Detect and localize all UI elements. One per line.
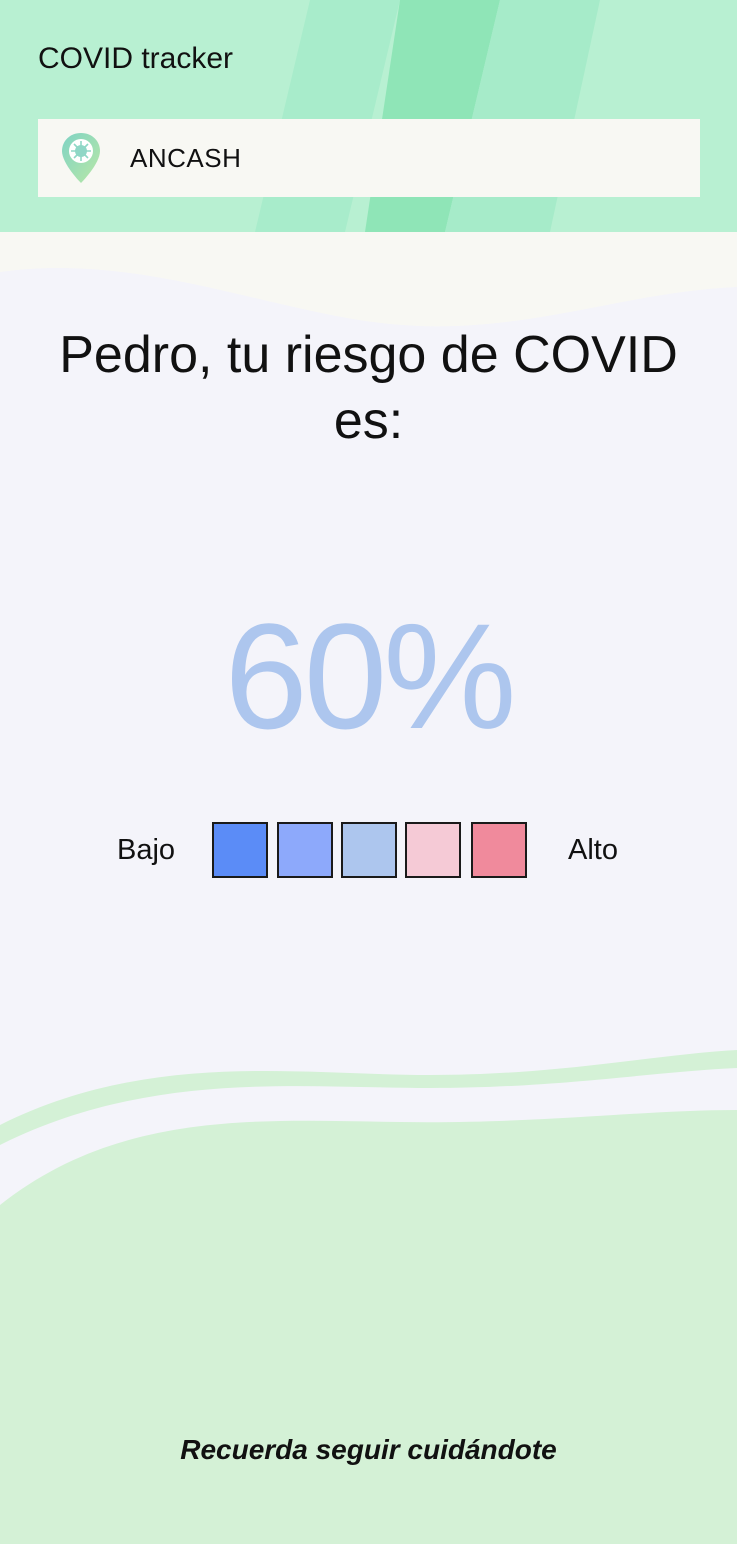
scale-high-label: Alto [568, 834, 618, 866]
location-pin-icon [62, 133, 100, 183]
scale-swatch-5 [471, 822, 527, 878]
location-selector[interactable]: ANCASH [38, 119, 700, 197]
risk-scale: Bajo Alto [0, 822, 737, 878]
header-stripes-decoration [255, 0, 600, 232]
scale-swatch-3 [341, 822, 397, 878]
location-name: ANCASH [130, 143, 242, 173]
scale-swatch-4 [405, 822, 461, 878]
header: COVID tracker ANCASH [0, 0, 737, 232]
scale-swatch-2 [277, 822, 333, 878]
scale-swatch-1 [212, 822, 268, 878]
bottom-wave-decoration [0, 1050, 737, 1544]
header-wave-decoration [0, 232, 737, 327]
footer-message: Recuerda seguir cuidándote [180, 1434, 557, 1465]
scale-low-label: Bajo [117, 834, 176, 866]
app-title: COVID tracker [38, 42, 234, 75]
risk-percentage: 60% [224, 592, 516, 760]
risk-heading: Pedro, tu riesgo de COVID es: [59, 326, 678, 450]
